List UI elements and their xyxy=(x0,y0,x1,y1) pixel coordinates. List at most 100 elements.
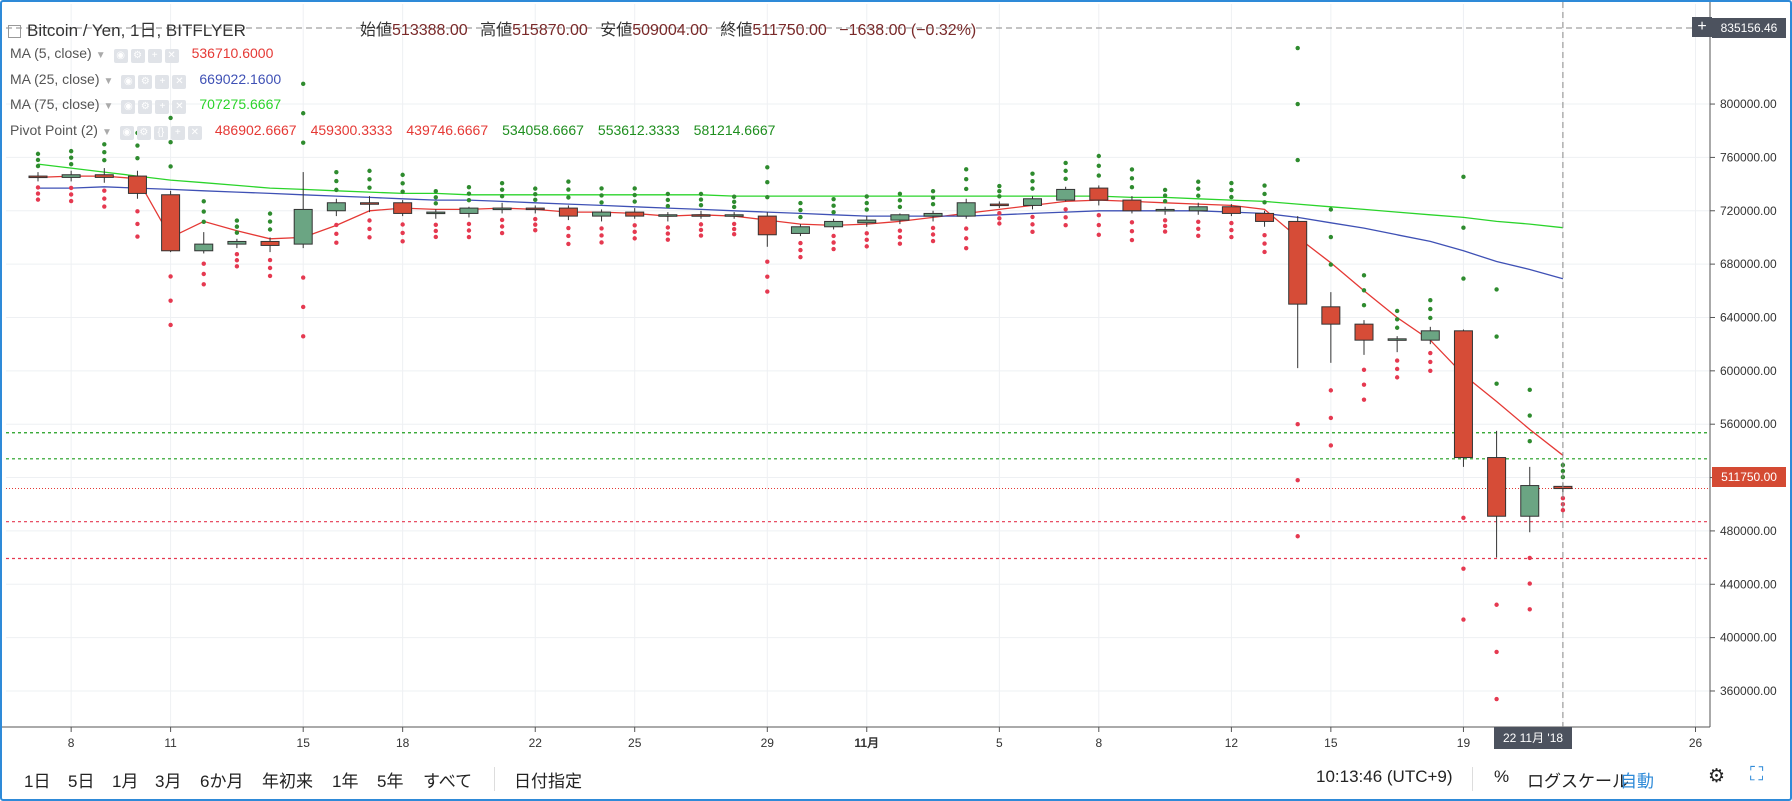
fullscreen-icon[interactable]: ⛶ xyxy=(1750,764,1763,786)
crosshair-plus-icon[interactable]: + xyxy=(1692,17,1712,37)
pivot-dot-support xyxy=(1394,366,1400,372)
indicator-pivot[interactable]: Pivot Point (2) ▼ ◉ ⚙{} + ✕ 486902.6667 459300.… xyxy=(10,122,789,140)
pivot-dot-support xyxy=(798,240,803,246)
indicator-ma25[interactable]: MA (25, close) ▼ ◉ ⚙ + ✕ 669022.1600 xyxy=(10,71,295,89)
price-tick-label: 360000.00 xyxy=(1720,684,1777,698)
settings-icon[interactable]: ⚙ xyxy=(136,126,151,140)
pivot-dot-support xyxy=(301,275,306,280)
pivot-dot-support xyxy=(400,222,405,227)
log-scale-toggle[interactable]: ログスケール xyxy=(1527,767,1629,792)
time-tick-label: 11月 xyxy=(854,736,879,750)
pivot-dot-resistance xyxy=(665,203,671,209)
pivot-dot-support xyxy=(267,265,273,271)
pivot-dot-support xyxy=(997,211,1002,216)
pivot-dot-support xyxy=(665,231,671,236)
pivot-dot-resistance xyxy=(731,194,737,199)
gear-icon[interactable]: ⚙ xyxy=(1708,765,1725,788)
pivot-dot-resistance xyxy=(301,81,306,87)
timeframe-1d[interactable]: 1日 xyxy=(24,767,50,792)
pivot-dot-support xyxy=(135,221,140,227)
pivot-dot-resistance xyxy=(632,186,637,191)
pivot-dot-support xyxy=(466,228,472,233)
pivot-dot-resistance xyxy=(433,189,438,194)
candle-down xyxy=(161,194,181,252)
pivot-dot-resistance xyxy=(831,196,836,202)
auto-scale-toggle[interactable]: 自動 xyxy=(1620,767,1654,792)
pivot-dot-support xyxy=(698,227,704,233)
pivot-dot-support xyxy=(765,274,770,279)
pivot-dot-support xyxy=(698,233,704,238)
pivot-dot-resistance xyxy=(731,204,737,210)
settings-icon[interactable]: ⚙ xyxy=(138,100,153,114)
pivot-dot-support xyxy=(897,228,903,233)
pivot-dot-support xyxy=(1494,602,1499,607)
pivot-dot-resistance xyxy=(533,192,538,197)
pivot-dot-support xyxy=(1394,375,1400,380)
timeframe-5y[interactable]: 5年 xyxy=(377,767,403,792)
pivot-dot-resistance xyxy=(897,204,903,210)
eye-icon[interactable]: ◉ xyxy=(121,75,136,89)
pivot-dot-resistance xyxy=(1063,160,1068,166)
candle-down xyxy=(393,202,413,214)
clock: 10:13:46 (UTC+9) xyxy=(1316,767,1453,786)
pivot-dot-resistance xyxy=(665,191,671,197)
caret-down-icon[interactable]: ▼ xyxy=(96,50,106,61)
pivot-dot-resistance xyxy=(997,194,1002,199)
plus-icon[interactable]: + xyxy=(147,49,162,63)
timeframe-5d[interactable]: 5日 xyxy=(68,767,94,792)
price-tick-label: 600000.00 xyxy=(1720,364,1777,378)
timeframe-all[interactable]: すべて xyxy=(423,767,472,792)
timeframe-3m[interactable]: 3月 xyxy=(155,767,181,792)
eye-icon[interactable]: ◉ xyxy=(113,49,128,63)
collapse-icon[interactable] xyxy=(8,25,21,39)
plus-icon[interactable]: + xyxy=(155,100,170,114)
price-tick-label: 760000.00 xyxy=(1720,150,1777,164)
pivot-dot-support xyxy=(1129,228,1135,234)
pivot-dot-resistance xyxy=(1328,234,1334,240)
settings-icon[interactable]: ⚙ xyxy=(130,49,145,63)
settings-icon[interactable]: ⚙ xyxy=(138,75,153,89)
pivot-dot-resistance xyxy=(1162,198,1168,204)
pivot-dot-support xyxy=(1527,607,1532,612)
close-icon[interactable]: ✕ xyxy=(187,126,202,140)
pivot-dot-support xyxy=(1196,226,1201,231)
pivot-dot-support xyxy=(1030,222,1035,227)
eye-icon[interactable]: ◉ xyxy=(119,126,134,140)
pivot-dot-support xyxy=(1262,249,1267,255)
pivot-dot-resistance xyxy=(1063,176,1068,182)
plus-icon[interactable]: + xyxy=(155,75,170,89)
caret-down-icon[interactable]: ▼ xyxy=(102,127,112,138)
close-icon[interactable]: ✕ xyxy=(172,75,187,89)
price-tick-label: 440000.00 xyxy=(1720,577,1777,591)
pivot-dot-resistance xyxy=(1394,325,1400,330)
candle-down xyxy=(691,214,711,217)
date-range-button[interactable]: 日付指定 xyxy=(514,767,582,792)
timeframe-1m[interactable]: 1月 xyxy=(112,767,138,792)
timeframe-ytd[interactable]: 年初来 xyxy=(262,767,313,792)
time-tick-label: 19 xyxy=(1457,736,1471,750)
plus-icon[interactable]: + xyxy=(170,126,185,140)
timeframe-1y[interactable]: 1年 xyxy=(332,767,358,792)
close-icon[interactable]: ✕ xyxy=(164,49,179,63)
pivot-dot-support xyxy=(201,282,206,287)
pivot-dot-resistance xyxy=(864,200,869,206)
pivot-dot-support xyxy=(533,216,538,222)
eye-icon[interactable]: ◉ xyxy=(121,100,136,114)
pivot-dot-support xyxy=(1328,443,1334,448)
caret-down-icon[interactable]: ▼ xyxy=(103,101,113,112)
percent-toggle[interactable]: % xyxy=(1494,767,1509,787)
chart-canvas[interactable]: 360000.00400000.00440000.00480000.005200… xyxy=(2,2,1790,757)
indicator-ma5[interactable]: MA (5, close) ▼ ◉ ⚙ + ✕ 536710.6000 xyxy=(10,45,287,63)
pivot-dot-support xyxy=(1196,233,1201,238)
price-tick-label: 640000.00 xyxy=(1720,310,1777,324)
candle-up xyxy=(1520,485,1540,517)
pivot-dot-resistance xyxy=(234,224,240,229)
timeframe-6m[interactable]: 6か月 xyxy=(200,767,243,792)
source-icon[interactable]: {} xyxy=(153,126,168,140)
close-icon[interactable]: ✕ xyxy=(172,100,187,114)
pivot-dot-resistance xyxy=(1196,193,1201,198)
caret-down-icon[interactable]: ▼ xyxy=(103,76,113,87)
pivot-dot-support xyxy=(665,225,671,230)
high-label: 高値 xyxy=(480,22,513,39)
indicator-ma75[interactable]: MA (75, close) ▼ ◉ ⚙ + ✕ 707275.6667 xyxy=(10,96,295,114)
